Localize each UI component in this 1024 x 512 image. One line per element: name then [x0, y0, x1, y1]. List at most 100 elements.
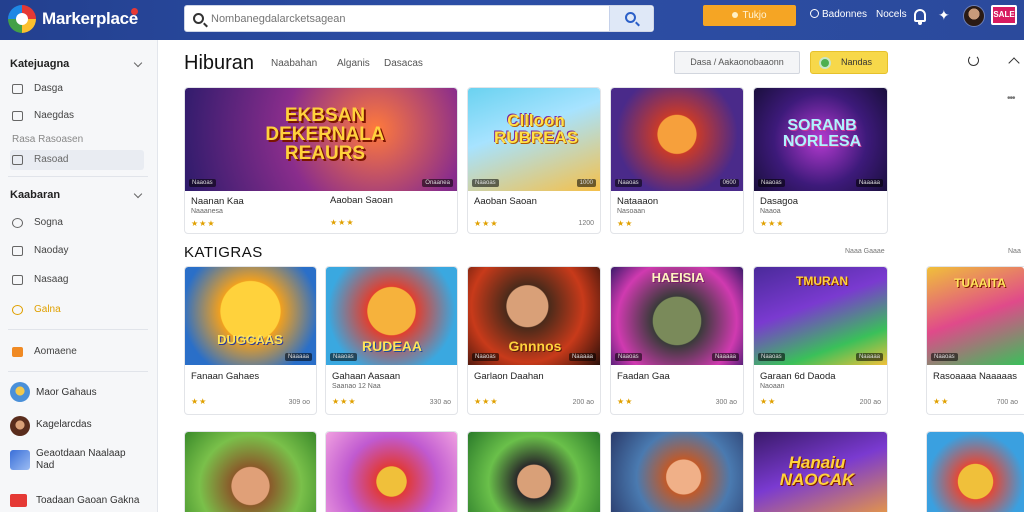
brand-logo-icon[interactable]	[8, 5, 36, 33]
search-button[interactable]	[609, 6, 653, 31]
game-card[interactable]: SORANB NORLESA Naaoas Naaaaa Dasagoa Naa…	[753, 87, 888, 234]
buy-button[interactable]: Nandas	[810, 51, 888, 74]
sidebar-item-label: Naoday	[34, 245, 69, 256]
compass-icon	[12, 218, 23, 228]
cart-badge[interactable]: SALE	[991, 5, 1017, 25]
game-subtitle: Naaoa	[760, 208, 781, 215]
game-thumbnail: HAEISIA Naaoas Naaaaa	[611, 267, 743, 365]
controller-icon	[12, 246, 23, 256]
refresh-icon[interactable]	[968, 55, 979, 66]
card-tag: Naaaaa	[855, 353, 883, 361]
person-label[interactable]: Toadaan Gaoan Gakna	[36, 495, 146, 507]
tab[interactable]: Dasacas	[384, 58, 423, 69]
more-icon[interactable]: •••	[1007, 93, 1015, 104]
see-all-link-right[interactable]: Naa	[1008, 248, 1021, 255]
game-thumbnail	[326, 432, 457, 512]
list-icon	[12, 275, 23, 285]
search-input[interactable]	[211, 10, 601, 28]
game-card[interactable]	[325, 431, 458, 512]
card-tag: Naaoas	[472, 179, 499, 187]
game-card[interactable]	[467, 431, 601, 512]
game-card[interactable]	[610, 431, 744, 512]
game-card[interactable]	[926, 431, 1024, 512]
game-card[interactable]: Naaoas 0600 Nataaaon Nasoaan ★★	[610, 87, 744, 234]
game-thumbnail: SORANB NORLESA Naaoas Naaaaa	[754, 88, 887, 191]
red-box-icon	[10, 494, 27, 507]
game-thumbnail: TUAAITA Naaoas	[927, 267, 1024, 365]
game-card[interactable]: DUGCAAS Naaaaa Fanaan Gahaes ★★ 309 oo	[184, 266, 317, 415]
person-label[interactable]: Geaotdaan Naalaap Nad	[36, 448, 146, 472]
top-link-2[interactable]: Nocels	[876, 9, 907, 20]
game-name: Garaan 6d Daoda	[760, 371, 836, 382]
promo-label: Tukjo	[742, 10, 767, 21]
game-card[interactable]: TUAAITA Naaoas Rasoaaaa Naaaaas ★★ 700 a…	[926, 266, 1024, 415]
sidebar-item[interactable]: Aomaene	[10, 342, 144, 362]
game-thumbnail: RUDEAA Naaoas	[326, 267, 457, 365]
chevron-down-icon[interactable]	[133, 189, 143, 199]
chevron-down-icon[interactable]	[133, 58, 143, 68]
sidebar-item-label: Rasa Rasoasen	[12, 134, 84, 145]
rating-stars: ★★	[191, 397, 208, 406]
card-tag: Naaoas	[615, 179, 642, 187]
game-name: Gahaan Aasaan	[332, 371, 401, 382]
tab[interactable]: Alganis	[337, 58, 370, 69]
sidebar: Katejuagna Dasga Naegdas Rasa Rasoasen R…	[0, 40, 158, 512]
game-art-title: TUAAITA	[954, 276, 1006, 290]
game-card[interactable]	[184, 431, 317, 512]
top-link-1[interactable]: Badonnes	[810, 9, 867, 20]
brand-name[interactable]: Markerplace	[42, 9, 138, 29]
gift-icon[interactable]: ✦	[938, 7, 950, 24]
avatar[interactable]	[10, 450, 30, 470]
filter-button[interactable]: Dasa / Aakaonobaaonn	[674, 51, 800, 74]
sidebar-item-label: Sogna	[34, 217, 63, 228]
section-title: KATIGRAS	[184, 244, 263, 261]
sidebar-item[interactable]: Rasa Rasoasen	[10, 130, 144, 150]
review-count: 309 oo	[288, 399, 310, 406]
tab[interactable]: Naabahan	[271, 58, 317, 69]
game-card[interactable]: TMURAN Naaoas Naaaaa Garaan 6d Daoda Nao…	[753, 266, 888, 415]
see-all-link[interactable]: Naaa Gaaae	[845, 248, 885, 255]
game-name: Aaoban Saoan	[330, 195, 393, 206]
person-label[interactable]: Kagelarcdas	[36, 419, 146, 431]
sidebar-item[interactable]: Sogna	[10, 213, 144, 233]
sidebar-item[interactable]: Naegdas	[10, 106, 144, 126]
card-tag: Naaaaa	[855, 179, 883, 187]
bell-icon[interactable]	[914, 9, 926, 25]
grid-icon	[12, 84, 23, 94]
rating-stars: ★★★	[474, 397, 499, 406]
chevron-up-icon[interactable]	[1008, 57, 1020, 69]
game-card[interactable]: Cllloon RUBREAS Naaoas 1000 Aaoban Saoan…	[467, 87, 601, 234]
sidebar-section-title-2[interactable]: Kaabaran	[10, 189, 60, 201]
top-bar: Markerplace Tukjo Badonnes Nocels ✦ SALE	[0, 0, 1024, 40]
game-card[interactable]: HAEISIA Naaoas Naaaaa Faadan Gaa ★★ 300 …	[610, 266, 744, 415]
card-tag: Naaaaa	[284, 353, 312, 361]
star-icon	[12, 305, 23, 315]
avatar[interactable]	[10, 416, 30, 436]
rating-stars: ★★★	[191, 219, 216, 228]
user-avatar[interactable]	[963, 5, 985, 27]
avatar[interactable]	[10, 382, 30, 402]
sidebar-item[interactable]: Naoday	[10, 241, 144, 261]
sidebar-divider	[8, 176, 148, 177]
card-tag: Naaoas	[758, 179, 785, 187]
game-art-title: SORANB NORLESA	[782, 117, 862, 150]
game-card[interactable]: Gnnnos Naaoas Naaaaa Garlaon Daahan ★★★ …	[467, 266, 601, 415]
game-art-title: HAEISIA	[651, 270, 705, 285]
sidebar-item-highlight[interactable]: Galna	[10, 300, 144, 320]
game-name: Aaoban Saoan	[474, 196, 537, 207]
sidebar-section-title-1[interactable]: Katejuagna	[10, 58, 69, 70]
promo-icon	[732, 12, 739, 19]
sidebar-item-label: Naegdas	[34, 110, 75, 121]
person-label[interactable]: Maor Gahaus	[36, 387, 146, 399]
game-card[interactable]: RUDEAA Naaoas Gahaan Aasaan Saanao 12 Na…	[325, 266, 458, 415]
rating-stars: ★★★	[332, 397, 357, 406]
rating-stars: ★★	[760, 397, 777, 406]
game-card[interactable]: Hanaiu NAOCAK	[753, 431, 888, 512]
card-overlay: Aaoban Saoan ★★★	[324, 87, 458, 234]
sidebar-item[interactable]: Dasga	[10, 79, 144, 99]
sidebar-item-active[interactable]: Rasoad	[10, 150, 144, 170]
promo-button[interactable]: Tukjo	[703, 5, 796, 26]
sidebar-item[interactable]: Nasaag	[10, 270, 144, 290]
search-icon	[193, 13, 204, 24]
game-thumbnail: Gnnnos Naaoas Naaaaa	[468, 267, 600, 365]
